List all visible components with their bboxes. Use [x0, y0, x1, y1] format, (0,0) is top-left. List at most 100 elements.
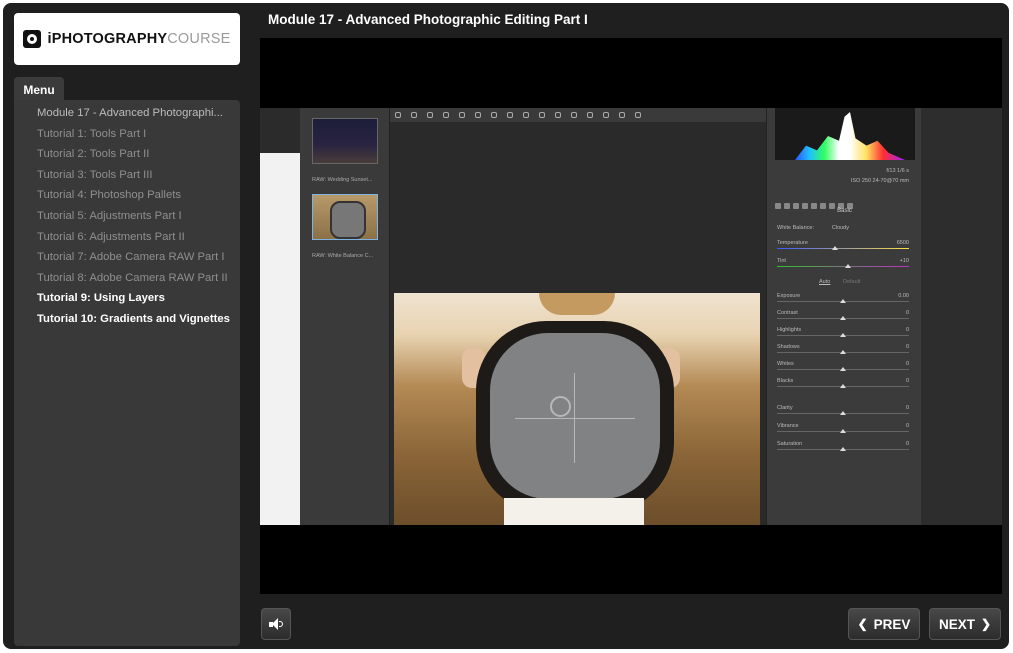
next-label: NEXT — [938, 616, 975, 632]
thumbnail-white-balance — [312, 194, 378, 240]
menu-item[interactable]: Tutorial 6: Adjustments Part II — [14, 227, 240, 248]
menu-item[interactable]: Tutorial 4: Photoshop Pallets — [14, 185, 240, 206]
raw-toolbar — [390, 108, 766, 122]
temperature-label: Temperature — [777, 240, 808, 246]
slider-contrast: Contrast 0 — [777, 310, 909, 321]
adjustment-brush-icon — [539, 112, 545, 118]
thumbnail-wedding-sunset — [312, 118, 378, 164]
white-balance-label: White Balance: — [777, 225, 814, 231]
trash-icon — [635, 112, 641, 118]
next-button[interactable]: NEXT ❯ — [929, 608, 1001, 640]
thumbnail-label: RAW: Wedding Sunset... — [312, 177, 373, 183]
rotate-left-icon — [603, 112, 609, 118]
rotate-right-icon — [619, 112, 625, 118]
video-right-edge — [921, 108, 1002, 525]
crop-tool-icon — [459, 112, 465, 118]
slider-value: 0 — [905, 441, 909, 447]
tint-slider: Tint +10 — [777, 258, 909, 269]
slider-label: Highlights — [777, 327, 802, 333]
tint-value: +10 — [899, 258, 909, 264]
slider-value: 0 — [905, 310, 909, 316]
mute-button[interactable] — [261, 608, 291, 640]
exif-iso-lens: ISO 250 24-70@70 mm — [850, 178, 909, 184]
white-balance-value: Cloudy — [831, 225, 849, 231]
menu-item[interactable]: Tutorial 2: Tools Part II — [14, 144, 240, 165]
slider-whites: Whites 0 — [777, 361, 909, 372]
slider-label: Shadows — [777, 344, 800, 350]
menu-item[interactable]: Tutorial 1: Tools Part I — [14, 124, 240, 145]
slider-value: 0 — [905, 361, 909, 367]
menu-tab[interactable]: Menu — [14, 77, 64, 102]
white-balance-tool-icon — [427, 112, 433, 118]
exif-line: ISO 250 24-70@70 mm — [777, 178, 909, 189]
chevron-left-icon: ❮ — [857, 617, 868, 631]
auto-link: Auto — [819, 279, 831, 285]
raw-adjustments-panel: f/13 1/6 s ISO 250 24-70@70 mm Basic Whi… — [766, 108, 921, 525]
slider-shadows: Shadows 0 — [777, 344, 909, 355]
slider-value: 0.00 — [898, 293, 909, 299]
slider-value: 0 — [905, 344, 909, 350]
menu-item[interactable]: Tutorial 9: Using Layers — [14, 288, 240, 309]
slider-value: 0 — [905, 423, 909, 429]
preferences-icon — [587, 112, 593, 118]
slider-value: 0 — [905, 327, 909, 333]
slider-vibrance: Vibrance 0 — [777, 423, 909, 434]
temperature-knob — [832, 246, 838, 250]
brand-logo[interactable]: iPHOTOGRAPHYCOURSE — [14, 13, 240, 65]
menu-item[interactable]: Tutorial 5: Adjustments Part I — [14, 206, 240, 227]
menu-item[interactable]: Tutorial 7: Adobe Camera RAW Part I — [14, 247, 240, 268]
white-balance-row: White Balance: Cloudy — [777, 225, 909, 236]
slider-knob — [840, 299, 846, 303]
slider-knob — [840, 316, 846, 320]
filmstrip-panel: RAW: Wedding Sunset... RAW: White Balanc… — [300, 108, 390, 525]
crosshair-target-icon — [550, 396, 571, 417]
tint-track — [777, 266, 909, 267]
speaker-icon — [269, 618, 283, 630]
panel-tabs-row — [775, 196, 915, 209]
video-frame: RAW: Wedding Sunset... RAW: White Balanc… — [260, 108, 1002, 525]
menu-item[interactable]: Tutorial 10: Gradients and Vignettes — [14, 309, 240, 330]
slider-knob — [840, 384, 846, 388]
menu-list: Module 17 - Advanced Photographi... Tutor… — [14, 100, 240, 330]
menu-item[interactable]: Tutorial 3: Tools Part III — [14, 165, 240, 186]
brand-name-strong: iPHOTOGRAPHY — [47, 31, 168, 47]
slider-label: Vibrance — [777, 423, 799, 429]
slider-knob — [840, 429, 846, 433]
gray-card-reflector — [476, 321, 674, 513]
tint-label: Tint — [777, 258, 786, 264]
menu-item[interactable]: Tutorial 8: Adobe Camera RAW Part II — [14, 268, 240, 289]
default-link: Default — [843, 279, 861, 285]
red-eye-icon — [523, 112, 529, 118]
video-desktop-edge — [260, 153, 300, 525]
gray-card-surface — [490, 333, 660, 499]
slider-highlights: Highlights 0 — [777, 327, 909, 338]
slider-label: Saturation — [777, 441, 803, 447]
prev-button[interactable]: ❮ PREV — [848, 608, 920, 640]
zoom-tool-icon — [395, 112, 401, 118]
slider-knob — [840, 333, 846, 337]
chevron-right-icon: ❯ — [980, 617, 992, 631]
slider-exposure: Exposure 0.00 — [777, 293, 909, 304]
prev-label: PREV — [873, 616, 911, 632]
camera-logo-icon — [23, 30, 42, 48]
panel-section-title: Basic — [837, 208, 852, 214]
straighten-tool-icon — [475, 112, 481, 118]
slider-label: Whites — [777, 361, 794, 367]
radial-filter-icon — [571, 112, 577, 118]
exif-aperture-shutter: f/13 1/6 s — [886, 168, 909, 174]
slider-saturation: Saturation 0 — [777, 441, 909, 452]
slider-label: Blacks — [777, 378, 794, 384]
menu-item[interactable]: Module 17 - Advanced Photographi... — [14, 103, 240, 124]
slider-knob — [840, 411, 846, 415]
spot-removal-icon — [507, 112, 513, 118]
temperature-slider: Temperature 6500 — [777, 240, 909, 251]
slider-knob — [840, 447, 846, 451]
color-sampler-icon — [443, 112, 449, 118]
slider-label: Contrast — [777, 310, 798, 316]
slider-value: 0 — [905, 378, 909, 384]
slider-value: 0 — [905, 405, 909, 411]
graduated-filter-icon — [555, 112, 561, 118]
video-player[interactable]: RAW: Wedding Sunset... RAW: White Balanc… — [260, 38, 1002, 594]
slider-label: Clarity — [777, 405, 793, 411]
menu-panel: Module 17 - Advanced Photographi... Tutor… — [14, 100, 240, 646]
